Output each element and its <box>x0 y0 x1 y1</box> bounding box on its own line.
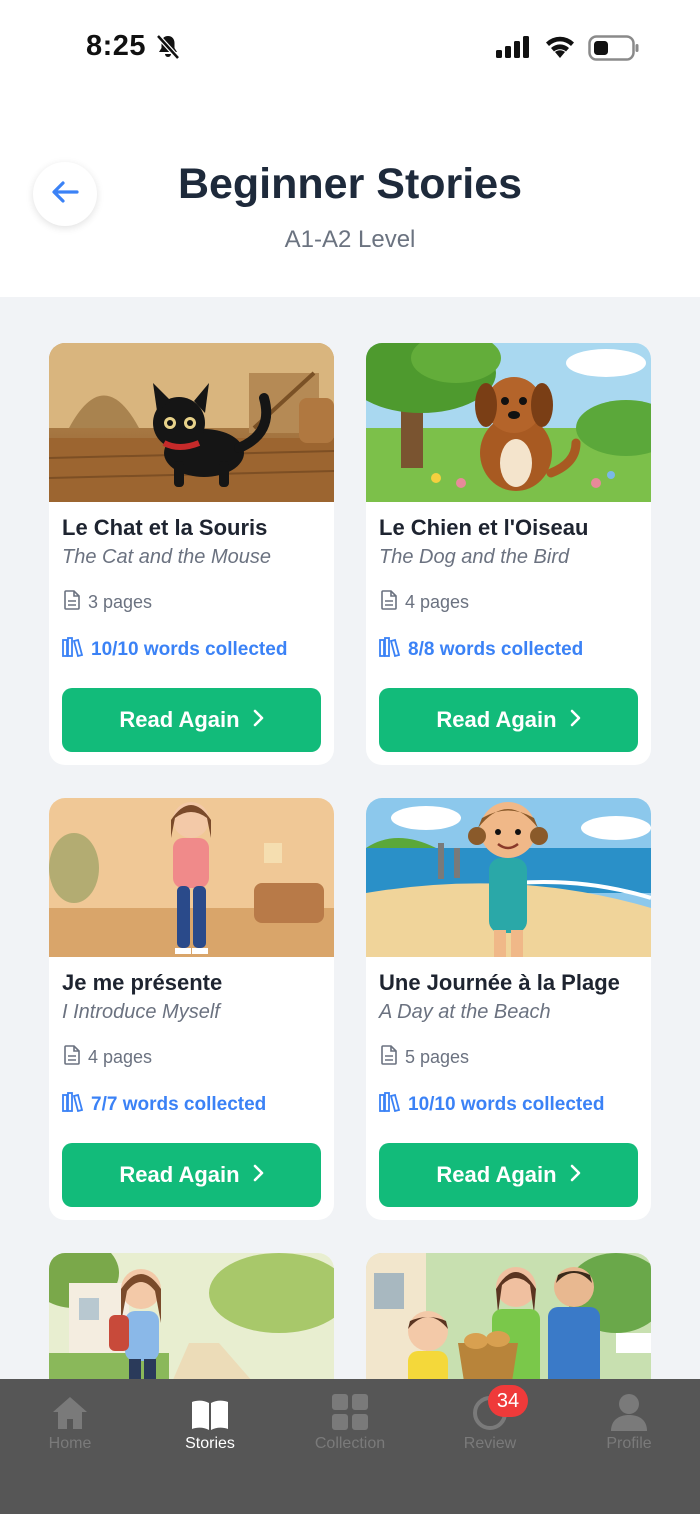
tab-stories[interactable]: Stories <box>160 1393 260 1453</box>
page-title: Beginner Stories <box>177 160 523 208</box>
pages-count: 4 pages <box>405 592 470 612</box>
tab-label: Review <box>463 1435 517 1452</box>
chevron-right-icon <box>569 707 581 733</box>
chevron-right-icon <box>252 707 264 733</box>
tab-label: Home <box>48 1435 92 1452</box>
pages-count: 3 pages <box>88 592 153 612</box>
tab-collection[interactable]: Collection <box>300 1393 400 1453</box>
document-icon <box>64 1045 80 1070</box>
library-icon <box>62 1092 84 1118</box>
bottom-tab-bar: Home Stories Collection 34 Review Profil… <box>0 1379 700 1514</box>
pages-count: 5 pages <box>405 1047 470 1067</box>
tab-label: Profile <box>606 1435 652 1452</box>
story-title: Je me présente <box>62 970 223 995</box>
page-header: Beginner Stories A1-A2 Level <box>0 96 700 297</box>
story-illustration-beach <box>366 798 651 957</box>
words-collected: 10/10 words collected <box>379 1092 604 1118</box>
story-pages: 3 pages <box>64 590 152 615</box>
story-card[interactable] <box>366 1253 651 1393</box>
story-subtitle: The Cat and the Mouse <box>62 546 272 568</box>
book-icon <box>160 1393 260 1431</box>
library-icon <box>379 637 401 663</box>
story-card[interactable]: Je me présente I Introduce Myself 4 page… <box>49 798 334 1220</box>
story-card[interactable] <box>49 1253 334 1393</box>
story-illustration-family <box>366 1253 651 1393</box>
library-icon <box>379 1092 401 1118</box>
story-illustration-dog <box>366 343 651 502</box>
page-subtitle: A1-A2 Level <box>284 226 416 253</box>
library-icon <box>62 637 84 663</box>
signal-icon <box>496 36 532 63</box>
story-card[interactable]: Le Chien et l'Oiseau The Dog and the Bir… <box>366 343 651 765</box>
read-again-label: Read Again <box>119 1162 240 1187</box>
story-pages: 4 pages <box>381 590 469 615</box>
story-pages: 4 pages <box>64 1045 152 1070</box>
story-pages: 5 pages <box>381 1045 469 1070</box>
words-collected-text: 10/10 words collected <box>408 1094 605 1115</box>
chevron-right-icon <box>252 1162 264 1188</box>
story-card[interactable]: Une Journée à la Plage A Day at the Beac… <box>366 798 651 1220</box>
words-collected: 8/8 words collected <box>379 637 583 663</box>
words-collected-text: 10/10 words collected <box>91 639 288 660</box>
chevron-right-icon <box>569 1162 581 1188</box>
review-badge: 34 <box>488 1385 528 1417</box>
wifi-icon <box>543 34 577 65</box>
story-illustration-cat <box>49 343 334 502</box>
story-card[interactable]: Le Chat et la Souris The Cat and the Mou… <box>49 343 334 765</box>
read-again-label: Read Again <box>436 1162 557 1187</box>
read-again-label: Read Again <box>119 707 240 732</box>
story-subtitle: The Dog and the Bird <box>379 546 570 568</box>
document-icon <box>381 1045 397 1070</box>
tab-review[interactable]: 34 Review <box>440 1385 540 1453</box>
read-again-button[interactable]: Read Again <box>62 1143 321 1207</box>
story-illustration-girl-room <box>49 798 334 957</box>
story-illustration-school-path <box>49 1253 334 1393</box>
story-subtitle: A Day at the Beach <box>379 1001 551 1023</box>
tab-label: Stories <box>185 1435 235 1452</box>
words-collected: 10/10 words collected <box>62 637 287 663</box>
tab-label: Collection <box>314 1435 386 1452</box>
words-collected-text: 7/7 words collected <box>91 1094 267 1115</box>
story-subtitle: I Introduce Myself <box>62 1001 220 1023</box>
grid-icon <box>300 1393 400 1431</box>
bell-slash-icon <box>156 34 180 65</box>
tab-profile[interactable]: Profile <box>579 1393 679 1453</box>
read-again-label: Read Again <box>436 707 557 732</box>
words-collected-text: 8/8 words collected <box>408 639 584 660</box>
read-again-button[interactable]: Read Again <box>379 688 638 752</box>
words-collected: 7/7 words collected <box>62 1092 266 1118</box>
read-again-button[interactable]: Read Again <box>62 688 321 752</box>
status-bar: 8:25 <box>0 0 700 96</box>
document-icon <box>381 590 397 615</box>
story-title: Le Chat et la Souris <box>62 515 268 540</box>
person-icon <box>579 1393 679 1431</box>
home-icon <box>20 1393 120 1431</box>
document-icon <box>64 590 80 615</box>
story-title: Une Journée à la Plage <box>379 970 620 995</box>
story-title: Le Chien et l'Oiseau <box>379 515 589 540</box>
pages-count: 4 pages <box>88 1047 153 1067</box>
read-again-button[interactable]: Read Again <box>379 1143 638 1207</box>
status-time: 8:25 <box>86 30 147 62</box>
battery-icon <box>588 35 640 66</box>
tab-home[interactable]: Home <box>20 1393 120 1453</box>
